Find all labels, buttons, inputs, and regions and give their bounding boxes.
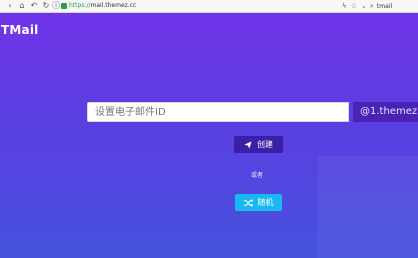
app-logo[interactable]: TMail <box>1 23 38 37</box>
lock-icon <box>61 3 67 9</box>
back-icon[interactable]: ‹ <box>5 1 15 11</box>
star-icon[interactable]: ☆ <box>351 1 357 11</box>
email-id-input[interactable] <box>87 102 349 122</box>
page-background: TMail @1.themez.cc 创建 或者 随机 <box>0 13 418 258</box>
reload-icon[interactable]: ↻ <box>41 1 51 11</box>
shuffle-icon <box>243 198 253 207</box>
search-icon: ⌕ <box>370 1 374 10</box>
search-box[interactable]: ⌕ tmail <box>370 1 416 11</box>
url-protocol: https:// <box>69 2 91 9</box>
send-icon <box>244 140 252 149</box>
background-panel <box>318 156 418 258</box>
url-host: mail.themez.cc <box>90 2 137 9</box>
home-icon[interactable]: ⌂ <box>17 1 27 11</box>
chevron-down-icon[interactable]: ⌄ <box>361 1 367 11</box>
domain-selector[interactable]: @1.themez.cc <box>353 102 418 122</box>
browser-toolbar: ‹ ⌂ ↶ ↻ ⓘ https:// mail.themez.cc ϟ ☆ ⌄ … <box>0 0 418 13</box>
undo-icon[interactable]: ↶ <box>29 1 39 11</box>
random-label: 随机 <box>257 198 274 207</box>
info-icon[interactable]: ⓘ <box>51 1 61 11</box>
address-bar[interactable]: https:// mail.themez.cc <box>61 1 331 11</box>
create-button[interactable]: 创建 <box>234 136 283 153</box>
random-button[interactable]: 随机 <box>235 194 282 211</box>
create-label: 创建 <box>257 140 273 149</box>
email-row: @1.themez.cc <box>87 102 418 122</box>
or-separator: 或者 <box>251 172 264 179</box>
search-query: tmail <box>376 2 393 10</box>
lightning-icon[interactable]: ϟ <box>342 1 347 11</box>
